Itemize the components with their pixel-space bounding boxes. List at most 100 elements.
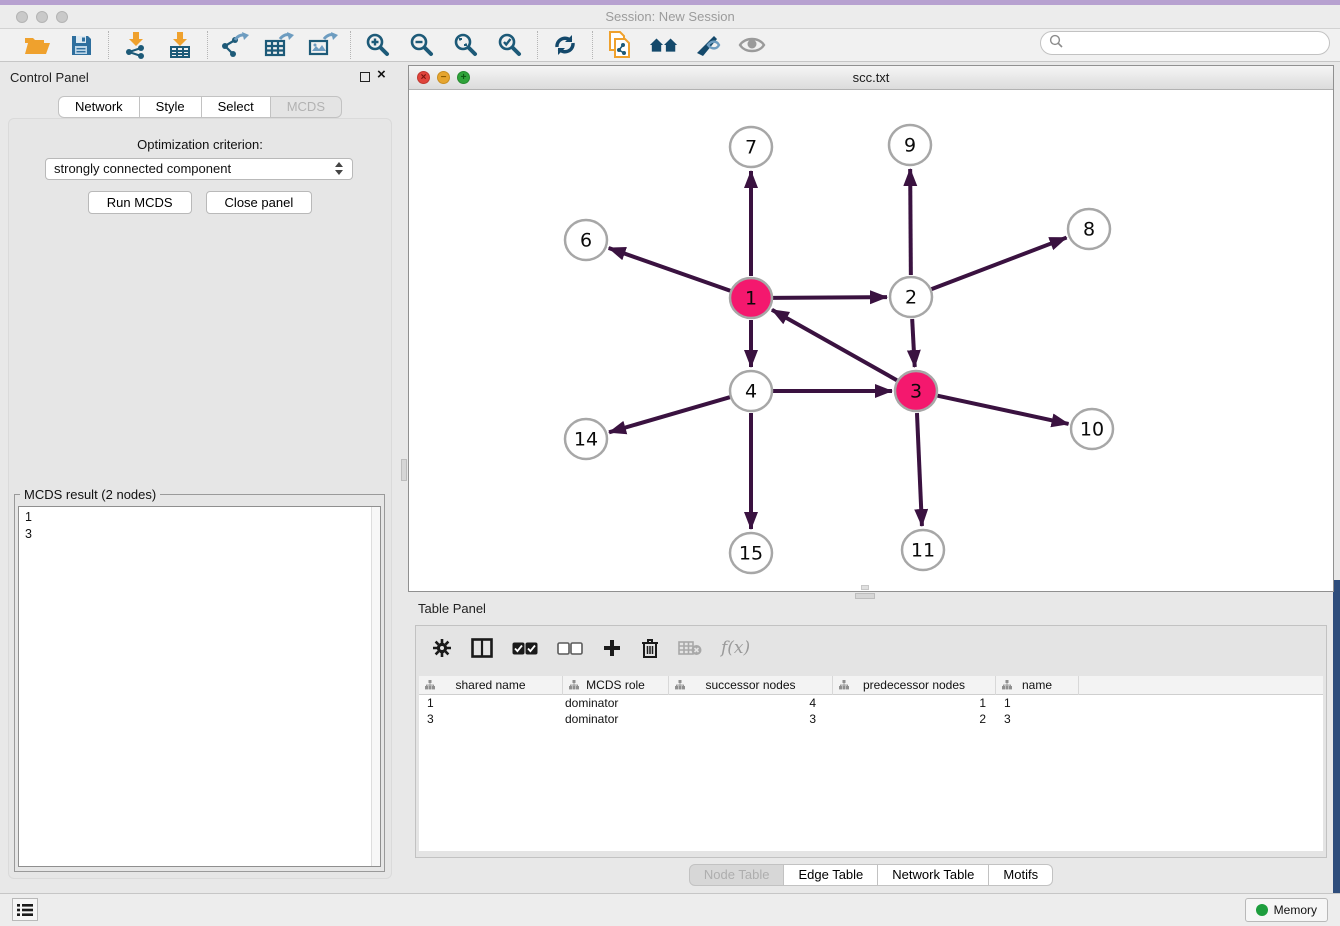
table-cell[interactable]: 2 <box>833 711 996 727</box>
tab-motifs[interactable]: Motifs <box>988 864 1053 886</box>
table-row[interactable]: 1dominator411 <box>419 695 1323 711</box>
control-panel-title: Control Panel <box>10 70 89 85</box>
horizontal-splitter-handle[interactable] <box>855 593 875 599</box>
table-body: 1dominator4113dominator323 <box>419 695 1323 727</box>
tab-mcds[interactable]: MCDS <box>270 96 342 118</box>
import-table-icon[interactable] <box>165 30 195 60</box>
zoom-fit-icon[interactable] <box>451 30 481 60</box>
column-header-successor-nodes[interactable]: successor nodes <box>669 676 833 695</box>
table-cell[interactable]: 1 <box>833 695 996 711</box>
memory-label: Memory <box>1274 903 1317 917</box>
mcds-result-group: MCDS result (2 nodes) 1 3 <box>14 494 385 872</box>
tab-style[interactable]: Style <box>139 96 202 118</box>
show-columns-icon[interactable] <box>471 638 493 658</box>
run-mcds-button[interactable]: Run MCDS <box>88 191 192 214</box>
table-cell[interactable]: 4 <box>669 695 833 711</box>
graph-node-8[interactable]: 8 <box>1068 209 1110 249</box>
close-panel-icon[interactable]: × <box>377 66 386 84</box>
node-table[interactable]: shared nameMCDS rolesuccessor nodesprede… <box>419 676 1323 851</box>
tab-select[interactable]: Select <box>201 96 271 118</box>
graph-node-4[interactable]: 4 <box>730 371 772 411</box>
delete-row-icon[interactable] <box>641 638 659 659</box>
graph-node-2[interactable]: 2 <box>890 277 932 317</box>
network-window-titlebar[interactable]: × − + scc.txt <box>409 66 1333 90</box>
export-image-icon[interactable] <box>308 30 338 60</box>
add-row-icon[interactable] <box>602 638 622 658</box>
graph-node-3[interactable]: 3 <box>895 371 937 411</box>
memory-button[interactable]: Memory <box>1245 898 1328 922</box>
import-network-icon[interactable] <box>121 30 151 60</box>
float-panel-icon[interactable] <box>360 72 370 82</box>
graph-node-label: 1 <box>745 288 757 310</box>
table-cell[interactable]: 3 <box>669 711 833 727</box>
graph-edge-3-11[interactable] <box>917 413 922 526</box>
select-all-icon[interactable] <box>512 642 538 655</box>
table-panel-body: f(x) shared nameMCDS rolesuccessor nodes… <box>415 625 1327 858</box>
table-cell[interactable]: 1 <box>996 695 1079 711</box>
hide-graphics-details-icon[interactable] <box>693 30 723 60</box>
table-cell[interactable]: dominator <box>563 711 669 727</box>
column-header-name[interactable]: name <box>996 676 1079 695</box>
table-settings-icon[interactable] <box>432 638 452 658</box>
column-header-MCDS-role[interactable]: MCDS role <box>563 676 669 695</box>
main-toolbar <box>0 29 1340 62</box>
graph-edge-2-8[interactable] <box>932 238 1067 290</box>
graph-node-9[interactable]: 9 <box>889 125 931 165</box>
export-table-icon[interactable] <box>264 30 294 60</box>
column-header-predecessor-nodes[interactable]: predecessor nodes <box>833 676 996 695</box>
result-scrollbar[interactable] <box>371 507 380 866</box>
graph-node-15[interactable]: 15 <box>730 533 772 573</box>
canvas-drag-handle[interactable] <box>861 585 869 590</box>
criterion-value: strongly connected component <box>54 161 231 176</box>
vertical-splitter-handle[interactable] <box>401 459 407 481</box>
network-window-title: scc.txt <box>409 70 1333 85</box>
column-header-shared-name[interactable]: shared name <box>419 676 563 695</box>
graph-node-label: 7 <box>745 137 757 159</box>
tab-network[interactable]: Network <box>58 96 140 118</box>
zoom-selected-icon[interactable] <box>495 30 525 60</box>
table-cell[interactable]: 3 <box>996 711 1079 727</box>
graph-edge-2-3[interactable] <box>912 319 915 367</box>
graph-node-14[interactable]: 14 <box>565 419 607 459</box>
graph-edge-1-6[interactable] <box>609 248 731 291</box>
zoom-out-icon[interactable] <box>407 30 437 60</box>
table-cell[interactable]: 1 <box>419 695 563 711</box>
graph-edge-4-14[interactable] <box>609 397 730 432</box>
unselect-all-icon[interactable] <box>557 642 583 655</box>
table-row[interactable]: 3dominator323 <box>419 711 1323 727</box>
show-graphics-details-icon[interactable] <box>737 30 767 60</box>
export-network-icon[interactable] <box>220 30 250 60</box>
tab-edge-table[interactable]: Edge Table <box>783 864 878 886</box>
graph-edge-3-1[interactable] <box>772 310 897 380</box>
graph-node-6[interactable]: 6 <box>565 220 607 260</box>
criterion-dropdown[interactable]: strongly connected component <box>45 158 353 180</box>
search-box[interactable] <box>1040 31 1330 55</box>
table-cell[interactable]: 3 <box>419 711 563 727</box>
close-panel-button[interactable]: Close panel <box>206 191 313 214</box>
dropdown-stepper-icon <box>335 162 344 178</box>
graph-node-1[interactable]: 1 <box>730 278 772 318</box>
graph-edge-3-10[interactable] <box>938 396 1069 424</box>
graph-edge-2-9[interactable] <box>910 169 911 275</box>
search-input[interactable] <box>1063 36 1313 51</box>
tab-node-table[interactable]: Node Table <box>689 864 785 886</box>
mcds-result-area[interactable]: 1 3 <box>18 506 381 867</box>
graph-node-10[interactable]: 10 <box>1071 409 1113 449</box>
graph-edge-1-2[interactable] <box>773 297 887 298</box>
first-neighbors-icon[interactable] <box>649 30 679 60</box>
apply-layout-icon[interactable] <box>550 30 580 60</box>
list-icon <box>17 903 33 917</box>
search-icon <box>1049 34 1063 53</box>
open-session-icon[interactable] <box>22 30 52 60</box>
zoom-in-icon[interactable] <box>363 30 393 60</box>
apply-function-icon: f(x) <box>721 638 750 658</box>
table-cell[interactable]: dominator <box>563 695 669 711</box>
mcds-result-title: MCDS result (2 nodes) <box>20 487 160 502</box>
network-canvas[interactable]: 7 9 6 8 1 2 4 3 14 10 15 11 <box>409 90 1333 591</box>
tab-network-table[interactable]: Network Table <box>877 864 989 886</box>
graph-node-7[interactable]: 7 <box>730 127 772 167</box>
save-session-icon[interactable] <box>66 30 96 60</box>
graph-node-11[interactable]: 11 <box>902 530 944 570</box>
network-from-selection-icon[interactable] <box>605 30 635 60</box>
task-history-button[interactable] <box>12 898 38 921</box>
